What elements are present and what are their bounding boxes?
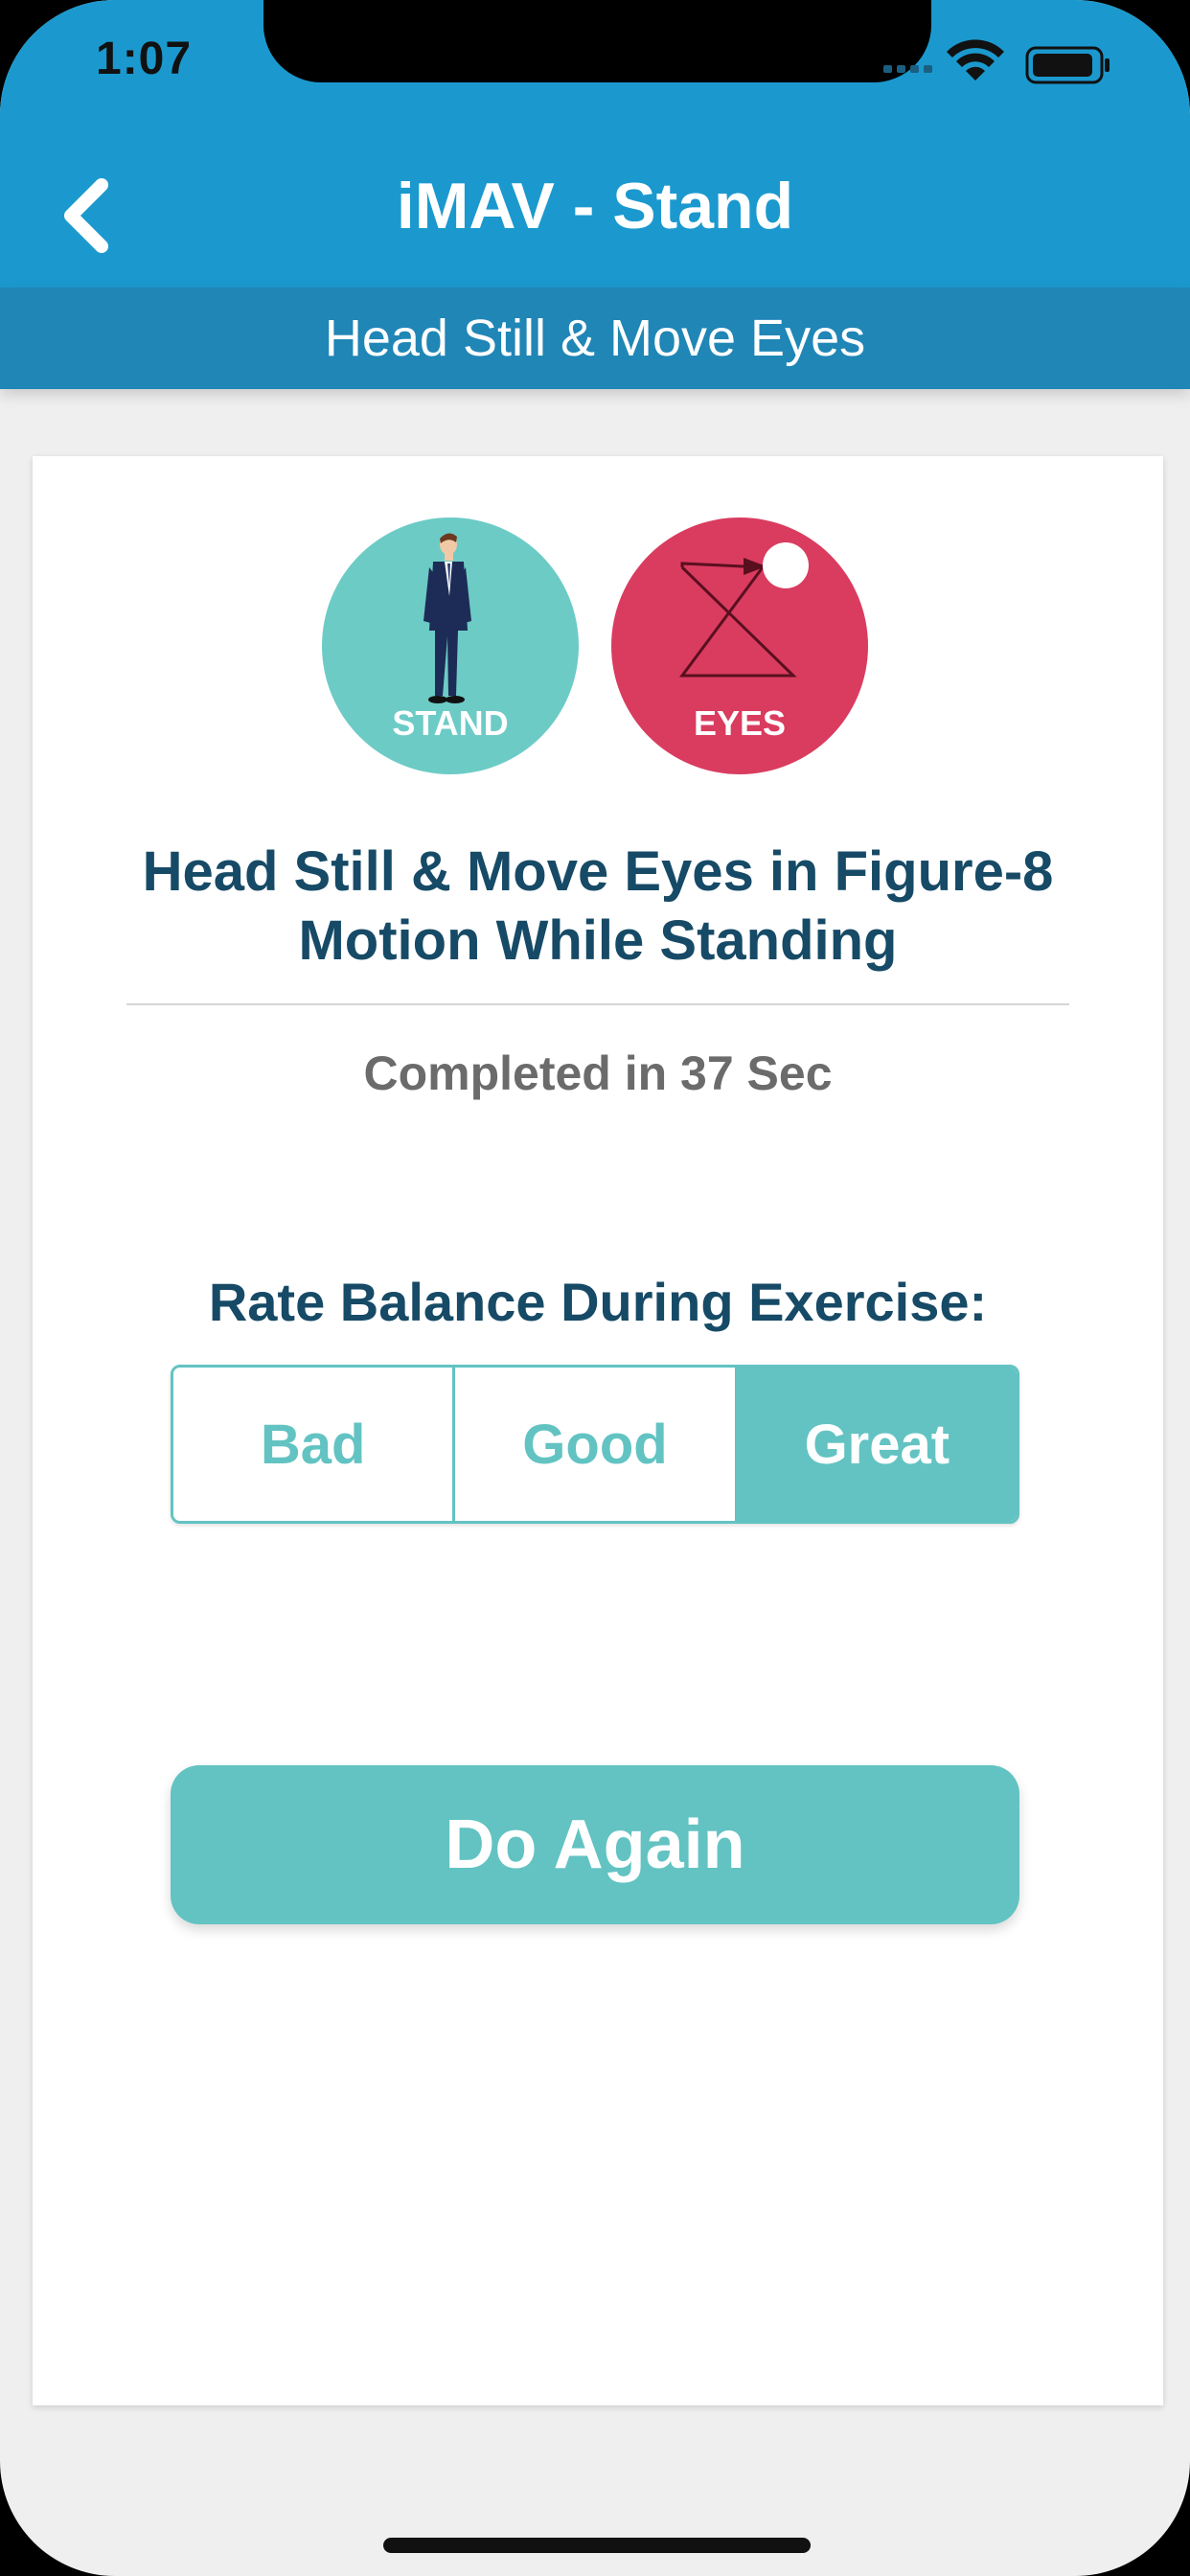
home-indicator[interactable]	[383, 2538, 811, 2553]
battery-icon	[1025, 46, 1110, 84]
status-time: 1:07	[96, 34, 193, 84]
exercise-title: Head Still & Move Eyes in Figure-8 Motio…	[90, 838, 1106, 976]
rating-label: Rate Balance During Exercise:	[208, 1272, 988, 1332]
screen: 1:07 iMAV - Stand Head Still & Move Eyes…	[0, 0, 1190, 2576]
eyes-badge-label: EYES	[693, 703, 787, 743]
exercise-title-line-1: Head Still & Move Eyes in Figure-8	[142, 840, 1054, 903]
chevron-left-icon	[64, 178, 108, 253]
nav-bar: iMAV - Stand	[0, 144, 1190, 288]
nav-title: iMAV - Stand	[396, 170, 794, 242]
completion-time: Completed in 37 Sec	[363, 1046, 833, 1100]
rating-option-great[interactable]: Great	[734, 1368, 1017, 1521]
status-icons	[883, 38, 1142, 86]
exercise-title-line-2: Motion While Standing	[298, 909, 898, 972]
eyes-badge: EYES	[611, 518, 868, 774]
rating-option-good[interactable]: Good	[452, 1368, 735, 1521]
do-again-button[interactable]: Do Again	[171, 1765, 1019, 1924]
wifi-icon	[947, 39, 1004, 80]
stand-badge-label: STAND	[392, 703, 509, 743]
signal-icon	[883, 65, 932, 73]
rating-option-bad[interactable]: Bad	[173, 1368, 453, 1521]
balance-rating-control: Bad Good Great	[171, 1365, 1019, 1524]
stand-badge: STAND	[322, 518, 579, 774]
exercise-subheader: Head Still & Move Eyes	[0, 288, 1190, 389]
exercise-card: STAND EYES Head Still & Move Eyes in Fig…	[33, 456, 1163, 2405]
app-header: 1:07 iMAV - Stand	[0, 0, 1190, 288]
device-notch	[263, 0, 931, 82]
back-button[interactable]	[38, 163, 134, 268]
divider	[126, 1003, 1069, 1005]
